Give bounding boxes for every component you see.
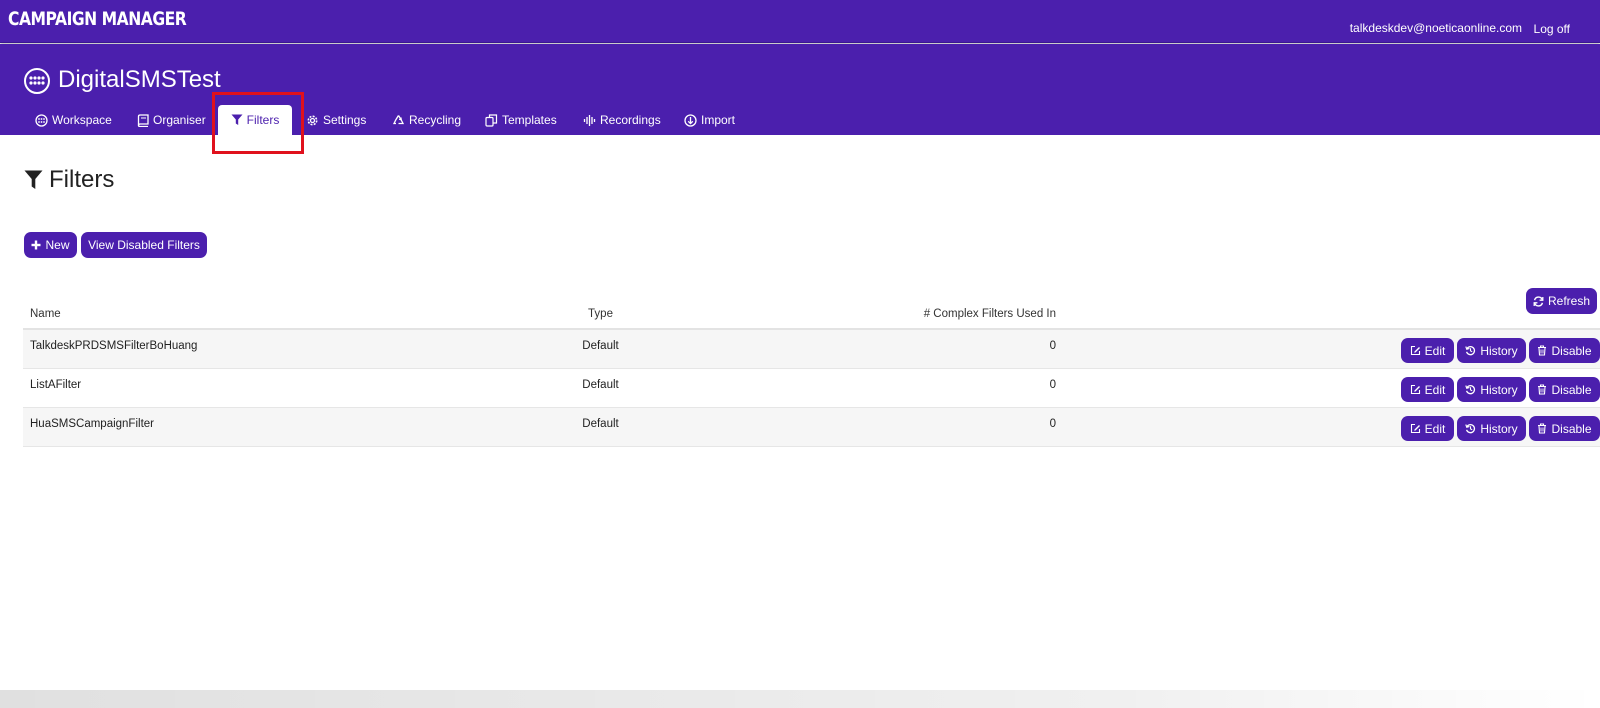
page-heading-text: Filters [49, 166, 115, 193]
tab-recycling[interactable]: Recycling [392, 105, 461, 135]
trash-icon [1538, 384, 1547, 395]
filter-name: HuaSMSCampaignFilter [30, 418, 154, 430]
table-row: ListAFilter Default 0 Edit History Disab… [23, 369, 1600, 408]
history-button[interactable]: History [1457, 377, 1526, 402]
filter-icon [24, 170, 43, 189]
column-header-type[interactable]: Type [558, 308, 643, 320]
edit-label: Edit [1424, 421, 1446, 436]
filter-name: TalkdeskPRDSMSFilterBoHuang [30, 340, 198, 352]
edit-button[interactable]: Edit [1401, 338, 1454, 363]
filter-type: Default [582, 340, 619, 352]
filter-type: Default [582, 379, 619, 391]
column-header-complex-count[interactable]: # Complex Filters Used In [873, 308, 1056, 320]
edit-icon [1410, 345, 1420, 356]
history-icon [1465, 424, 1476, 434]
tab-label: Recycling [409, 113, 462, 127]
filter-type: Default [582, 418, 619, 430]
edit-button[interactable]: Edit [1401, 416, 1454, 441]
edit-icon [1410, 423, 1420, 434]
disable-button[interactable]: Disable [1529, 338, 1600, 363]
copy-icon [485, 113, 498, 127]
filters-table: Name Type # Complex Filters Used In Talk… [23, 299, 1600, 447]
workspace-icon [35, 113, 48, 127]
tab-workspace[interactable]: Workspace [35, 105, 112, 135]
disable-button[interactable]: Disable [1529, 416, 1600, 441]
history-button[interactable]: History [1457, 338, 1526, 363]
recycle-icon [392, 114, 405, 124]
tab-label: Recordings [600, 113, 661, 127]
history-label: History [1480, 343, 1518, 358]
tab-label: Settings [323, 113, 367, 127]
column-header-name[interactable]: Name [30, 308, 61, 320]
user-email: talkdeskdev@noeticaonline.com [1349, 21, 1522, 35]
table-row: TalkdeskPRDSMSFilterBoHuang Default 0 Ed… [23, 330, 1600, 369]
disable-label: Disable [1551, 343, 1592, 358]
tab-templates[interactable]: Templates [485, 105, 557, 135]
tab-import[interactable]: Import [684, 105, 735, 135]
complex-count: 0 [1049, 379, 1056, 391]
tab-settings[interactable]: Settings [306, 105, 366, 135]
book-icon [137, 113, 149, 127]
edit-icon [1410, 384, 1420, 395]
complex-count: 0 [1049, 340, 1056, 352]
logoff-link[interactable]: Log off [1534, 22, 1570, 36]
tab-organiser[interactable]: Organiser [137, 105, 206, 135]
disable-label: Disable [1551, 382, 1592, 397]
history-label: History [1480, 382, 1518, 397]
highlight-box [212, 92, 304, 154]
project-icon [24, 68, 50, 94]
tab-label: Import [701, 113, 736, 127]
table-row: HuaSMSCampaignFilter Default 0 Edit Hist… [23, 408, 1600, 447]
gear-icon [307, 115, 318, 125]
plus-icon [31, 240, 41, 250]
view-disabled-filters-button[interactable]: View Disabled Filters [81, 232, 207, 258]
trash-icon [1538, 345, 1547, 356]
filter-name: ListAFilter [30, 379, 82, 391]
disable-button[interactable]: Disable [1529, 377, 1600, 402]
edit-label: Edit [1424, 382, 1446, 397]
audio-icon [583, 114, 596, 126]
project-title: DigitalSMSTest [58, 66, 221, 93]
tab-recordings[interactable]: Recordings [583, 105, 661, 135]
history-icon [1465, 346, 1476, 356]
app-brand[interactable]: CAMPAIGN MANAGER [8, 8, 187, 30]
complex-count: 0 [1049, 418, 1056, 430]
history-button[interactable]: History [1457, 416, 1526, 441]
new-filter-button[interactable]: New [24, 232, 77, 258]
tab-label: Workspace [52, 113, 112, 127]
tab-label: Organiser [153, 113, 206, 127]
top-bar: CAMPAIGN MANAGER talkdeskdev@noeticaonli… [0, 0, 1600, 43]
edit-button[interactable]: Edit [1401, 377, 1454, 402]
history-label: History [1480, 421, 1518, 436]
table-header: Name Type # Complex Filters Used In [23, 299, 1600, 330]
history-icon [1465, 385, 1476, 395]
dots-icon [29, 76, 45, 85]
new-button-label: New [45, 238, 70, 252]
disable-label: Disable [1551, 421, 1592, 436]
page-title: Filters [24, 166, 114, 194]
tab-label: Templates [502, 113, 557, 127]
edit-label: Edit [1424, 343, 1446, 358]
import-icon [684, 113, 697, 127]
window-bottom-shadow [0, 690, 1600, 708]
trash-icon [1538, 423, 1547, 434]
